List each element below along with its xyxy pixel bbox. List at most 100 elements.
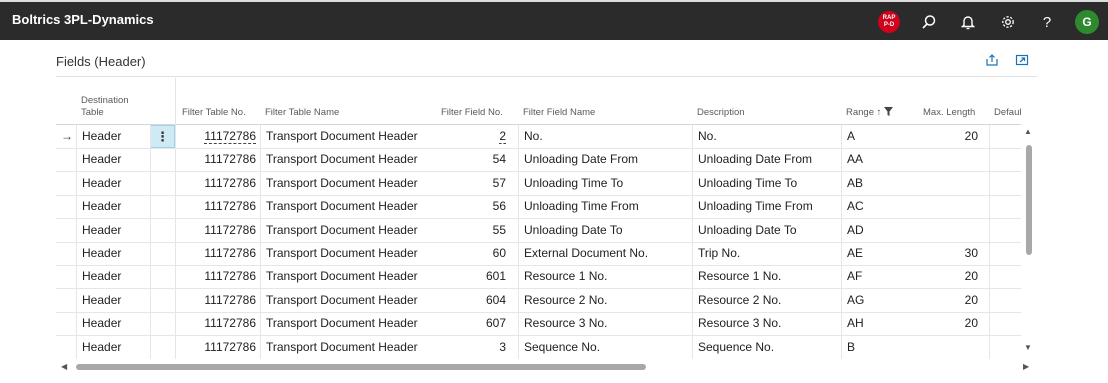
cell-destination-table[interactable]: Header — [82, 172, 148, 195]
cell-max-length[interactable] — [916, 195, 978, 218]
cell-destination-table[interactable]: Header — [82, 148, 148, 171]
cell-description[interactable]: Unloading Date To — [698, 219, 838, 242]
cell-description[interactable]: Sequence No. — [698, 336, 838, 359]
cell-destination-table[interactable]: Header — [82, 312, 148, 335]
share-icon[interactable] — [985, 53, 999, 67]
cell-range[interactable]: AG — [847, 289, 907, 312]
cell-description[interactable]: Resource 3 No. — [698, 312, 838, 335]
cell-range[interactable]: AH — [847, 312, 907, 335]
vertical-scroll-thumb[interactable] — [1026, 145, 1032, 255]
scroll-up-icon[interactable]: ▲ — [1024, 127, 1032, 136]
table-row[interactable]: Header 11172786 Transport Document Header 5… — [56, 172, 1021, 196]
cell-destination-table[interactable]: Header — [82, 219, 148, 242]
table-row[interactable]: Header 11172786 Transport Document Header 3… — [56, 336, 1021, 359]
row-actions-button[interactable]: ⋮ — [150, 125, 175, 148]
cell-filter-field-no[interactable]: 56 — [436, 195, 506, 218]
gear-icon[interactable] — [999, 13, 1017, 31]
cell-filter-field-name[interactable]: Sequence No. — [524, 336, 688, 359]
cell-max-length[interactable]: 20 — [916, 289, 978, 312]
expand-icon[interactable] — [1015, 53, 1029, 67]
column-filter-field-name[interactable]: Filter Field Name — [523, 107, 595, 119]
column-default-value[interactable]: Default Va — [994, 107, 1021, 119]
cell-filter-field-name[interactable]: Resource 1 No. — [524, 265, 688, 288]
cell-destination-table[interactable]: Header — [82, 125, 148, 148]
avatar[interactable]: G — [1075, 10, 1099, 34]
cell-filter-table-no[interactable]: 11172786 — [180, 219, 256, 242]
column-filter-table-name[interactable]: Filter Table Name — [265, 107, 339, 119]
cell-filter-table-no[interactable]: 11172786 — [180, 195, 256, 218]
cell-filter-field-no[interactable]: 60 — [436, 242, 506, 265]
cell-filter-field-name[interactable]: Resource 3 No. — [524, 312, 688, 335]
cell-range[interactable]: AF — [847, 265, 907, 288]
cell-range[interactable]: A — [847, 125, 907, 148]
cell-range[interactable]: AA — [847, 148, 907, 171]
cell-description[interactable]: Resource 2 No. — [698, 289, 838, 312]
cell-filter-field-name[interactable]: External Document No. — [524, 242, 688, 265]
horizontal-scroll-thumb[interactable] — [76, 364, 646, 370]
table-row[interactable]: → ⋮ Header 11172786 Transport Document Heade… — [56, 125, 1021, 149]
cell-filter-field-name[interactable]: Unloading Time To — [524, 172, 688, 195]
cell-destination-table[interactable]: Header — [82, 289, 148, 312]
cell-filter-field-no[interactable]: 604 — [436, 289, 506, 312]
cell-range[interactable]: AC — [847, 195, 907, 218]
cell-filter-field-name[interactable]: Unloading Date From — [524, 148, 688, 171]
table-row[interactable]: Header 11172786 Transport Document Header 5… — [56, 148, 1021, 173]
table-row[interactable]: Header 11172786 Transport Document Header 5… — [56, 195, 1021, 220]
cell-max-length[interactable]: 20 — [916, 125, 978, 148]
cell-filter-field-no[interactable]: 607 — [436, 312, 506, 335]
column-filter-table-no[interactable]: Filter Table No. — [182, 107, 246, 119]
cell-max-length[interactable] — [916, 148, 978, 171]
column-max-length[interactable]: Max. Length — [923, 107, 975, 119]
cell-filter-table-no[interactable]: 11172786 — [180, 148, 256, 171]
column-description[interactable]: Description — [697, 107, 745, 119]
cell-description[interactable]: Resource 1 No. — [698, 265, 838, 288]
cell-filter-field-name[interactable]: No. — [524, 125, 688, 148]
cell-filter-field-name[interactable]: Unloading Time From — [524, 195, 688, 218]
cell-filter-table-no[interactable]: 11172786 — [180, 242, 256, 265]
column-range[interactable]: Range ↑ — [846, 107, 894, 119]
scroll-left-icon[interactable]: ◀ — [61, 362, 67, 371]
cell-destination-table[interactable]: Header — [82, 265, 148, 288]
cell-description[interactable]: Unloading Time From — [698, 195, 838, 218]
help-icon[interactable]: ? — [1038, 13, 1056, 31]
table-row[interactable]: Header 11172786 Transport Document Header 6… — [56, 265, 1021, 290]
search-icon[interactable] — [920, 13, 938, 31]
cell-filter-table-no[interactable]: 11172786 — [180, 172, 256, 195]
scroll-down-icon[interactable]: ▼ — [1024, 343, 1032, 352]
column-destination-table[interactable]: Destination Table — [81, 95, 129, 119]
cell-max-length[interactable] — [916, 336, 978, 359]
cell-filter-field-name[interactable]: Resource 2 No. — [524, 289, 688, 312]
table-row[interactable]: Header 11172786 Transport Document Header 6… — [56, 242, 1021, 266]
environment-badge[interactable]: RAP P-D — [878, 11, 900, 33]
cell-filter-table-no[interactable]: 11172786 — [180, 289, 256, 312]
cell-description[interactable]: Unloading Date From — [698, 148, 838, 171]
cell-filter-field-no[interactable]: 2 — [436, 125, 506, 148]
cell-max-length[interactable]: 20 — [916, 312, 978, 335]
cell-filter-field-no[interactable]: 55 — [436, 219, 506, 242]
bell-icon[interactable] — [959, 13, 977, 31]
cell-range[interactable]: AB — [847, 172, 907, 195]
cell-filter-field-no[interactable]: 3 — [436, 336, 506, 359]
cell-filter-field-no[interactable]: 54 — [436, 148, 506, 171]
cell-filter-field-name[interactable]: Unloading Date To — [524, 219, 688, 242]
scroll-right-icon[interactable]: ▶ — [1023, 362, 1029, 371]
cell-filter-table-no[interactable]: 11172786 — [180, 336, 256, 359]
cell-destination-table[interactable]: Header — [82, 336, 148, 359]
app-title[interactable]: Boltrics 3PL-Dynamics — [12, 12, 154, 27]
cell-range[interactable]: AD — [847, 219, 907, 242]
vertical-scrollbar[interactable]: ▲ ▼ — [1022, 125, 1034, 357]
cell-description[interactable]: Trip No. — [698, 242, 838, 265]
cell-range[interactable]: AE — [847, 242, 907, 265]
cell-max-length[interactable]: 30 — [916, 242, 978, 265]
cell-max-length[interactable] — [916, 172, 978, 195]
cell-filter-field-no[interactable]: 57 — [436, 172, 506, 195]
column-filter-field-no[interactable]: Filter Field No. — [441, 107, 503, 119]
cell-max-length[interactable] — [916, 219, 978, 242]
cell-filter-table-no[interactable]: 11172786 — [180, 312, 256, 335]
cell-filter-table-no[interactable]: 11172786 — [180, 125, 256, 148]
cell-destination-table[interactable]: Header — [82, 195, 148, 218]
horizontal-scrollbar[interactable]: ◀ ▶ — [56, 362, 1036, 374]
cell-description[interactable]: Unloading Time To — [698, 172, 838, 195]
cell-range[interactable]: B — [847, 336, 907, 359]
cell-filter-field-no[interactable]: 601 — [436, 265, 506, 288]
